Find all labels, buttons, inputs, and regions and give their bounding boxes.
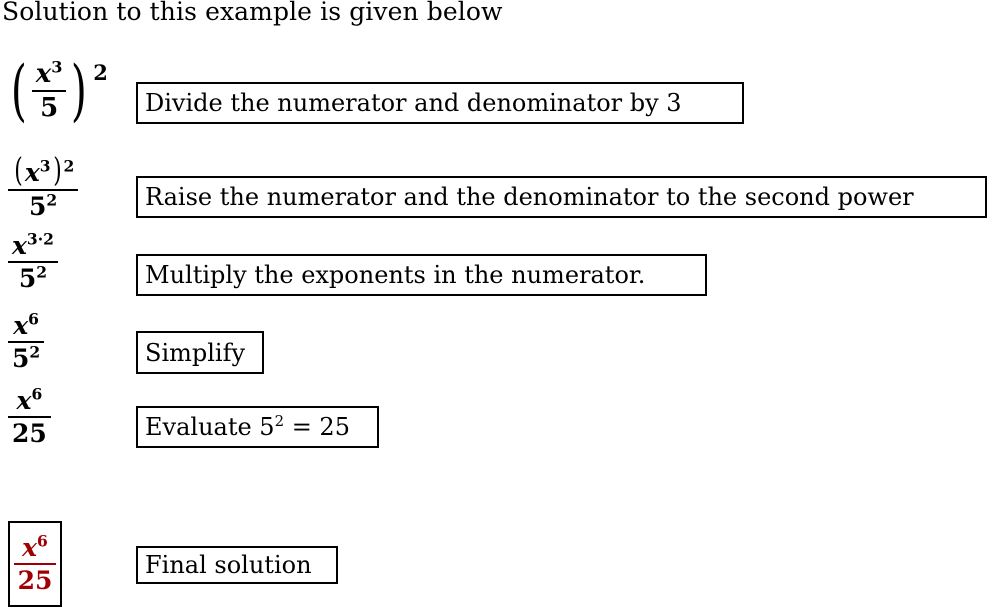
- step2-numerator-base: x: [24, 158, 40, 187]
- expression-step-6: x6 25: [13, 531, 57, 595]
- right-paren: ): [71, 52, 88, 130]
- note-box-step-3[interactable]: Multiply the exponents in the numerator.: [136, 254, 707, 296]
- step4-denominator-base: 5: [12, 344, 30, 373]
- fraction-bar: [31, 90, 67, 92]
- step2-numerator-inner-exponent: 3: [39, 156, 51, 176]
- step2-denominator-exponent: 2: [46, 190, 58, 210]
- step6-numerator-exponent: 6: [37, 531, 48, 551]
- note-text-step-1: Divide the numerator and denominator by …: [145, 89, 682, 117]
- step1-outer-exponent: 2: [93, 60, 108, 85]
- note-text-step-2: Raise the numerator and the denominator …: [145, 183, 914, 211]
- inner-left-paren: (: [14, 150, 23, 189]
- note-box-step-4[interactable]: Simplify: [136, 331, 264, 374]
- fraction-bar: [8, 261, 58, 263]
- note-box-step-2[interactable]: Raise the numerator and the denominator …: [136, 176, 987, 218]
- step5-denominator: 25: [12, 419, 47, 448]
- left-paren: (: [10, 52, 27, 130]
- step5-numerator-base: x: [16, 386, 32, 415]
- step6-numerator-base: x: [22, 533, 38, 562]
- step3-denominator-base: 5: [18, 264, 37, 293]
- note-box-step-1[interactable]: Divide the numerator and denominator by …: [136, 82, 744, 124]
- step3-denominator-exponent: 2: [36, 262, 48, 282]
- note-text-step-5-prefix: Evaluate 5: [145, 413, 275, 441]
- expression-step-3: x3·2 52: [8, 229, 58, 293]
- step2-numerator-outer-exponent: 2: [63, 156, 75, 176]
- step1-denominator: 5: [40, 93, 59, 123]
- expression-step-4: x6 52: [8, 309, 45, 373]
- note-step-5-exponent: 2: [274, 412, 285, 430]
- page-title: Solution to this example is given below: [2, 0, 503, 26]
- fraction-bar: [8, 189, 79, 191]
- final-answer-box: x6 25: [8, 521, 62, 607]
- step1-numerator-base: x: [35, 59, 52, 89]
- expression-step-1: ( x3 5 ) 2: [6, 52, 108, 130]
- step6-denominator: 25: [17, 566, 53, 595]
- step3-numerator-exponent: 3·2: [26, 229, 54, 249]
- note-text-step-6: Final solution: [145, 551, 312, 579]
- note-box-step-6[interactable]: Final solution: [136, 546, 338, 584]
- expression-step-2: (x3) 2 52: [8, 150, 79, 221]
- note-text-step-5-suffix: = 25: [291, 413, 350, 441]
- step3-numerator-base: x: [12, 231, 27, 260]
- note-box-step-5[interactable]: Evaluate 52 = 25: [136, 406, 379, 448]
- note-text-step-4: Simplify: [145, 338, 246, 367]
- fraction-bar: [13, 563, 57, 565]
- step5-numerator-exponent: 6: [31, 384, 43, 404]
- step2-denominator-base: 5: [29, 192, 47, 221]
- step4-denominator-exponent: 2: [29, 342, 41, 362]
- step1-numerator-exponent: 3: [51, 57, 63, 77]
- expression-step-5: x6 25: [8, 384, 51, 448]
- inner-right-paren: ): [52, 150, 62, 189]
- step4-numerator-exponent: 6: [28, 309, 39, 329]
- fraction-bar: [8, 416, 51, 418]
- step4-numerator-base: x: [13, 311, 29, 340]
- note-text-step-3: Multiply the exponents in the numerator.: [145, 261, 646, 289]
